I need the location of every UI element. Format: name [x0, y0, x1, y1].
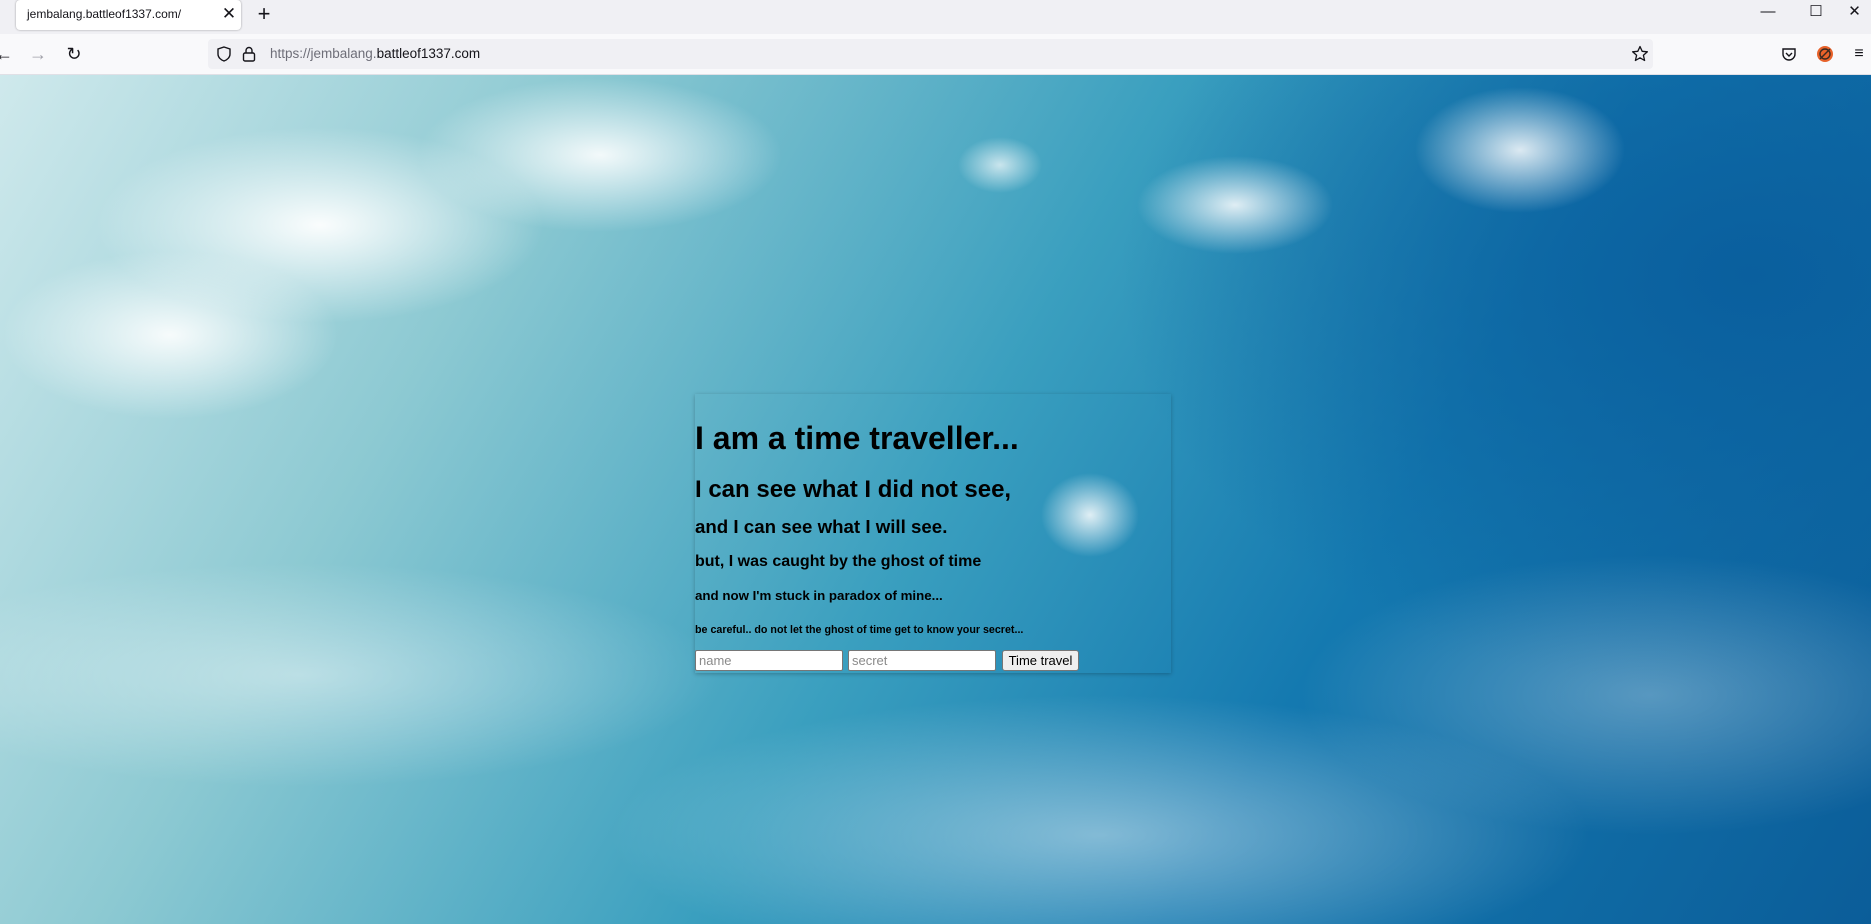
forward-icon[interactable]: →	[26, 42, 50, 66]
heading-time-traveller: I am a time traveller...	[695, 420, 1019, 456]
heading-ghost-of-time: but, I was caught by the ghost of time	[695, 553, 982, 570]
close-window-icon[interactable]: ✕	[1838, 0, 1871, 26]
heading-see-not-see: I can see what I did not see,	[695, 476, 1012, 503]
content-card: I am a time traveller... I can see what …	[695, 394, 1171, 673]
page-viewport: I am a time traveller... I can see what …	[0, 75, 1871, 924]
heading-paradox: and now I'm stuck in paradox of mine...	[695, 588, 943, 603]
navigation-bar: ← → ↻ https://jembalang.battleof1337.com…	[0, 34, 1871, 75]
address-bar[interactable]: https://jembalang.battleof1337.com	[208, 39, 1653, 69]
reload-icon[interactable]: ↻	[62, 42, 86, 66]
extension-icon[interactable]	[1816, 45, 1834, 63]
lock-icon[interactable]	[242, 46, 256, 62]
tab-title: jembalang.battleof1337.com/	[27, 7, 182, 21]
tab-strip: jembalang.battleof1337.com/ ✕ + — ☐ ✕	[0, 0, 1871, 34]
active-tab[interactable]: jembalang.battleof1337.com/ ✕	[16, 0, 241, 30]
secret-input[interactable]	[848, 650, 996, 671]
heading-will-see: and I can see what I will see.	[695, 516, 948, 537]
heading-be-careful: be careful.. do not let the ghost of tim…	[695, 624, 1024, 636]
new-tab-icon[interactable]: +	[252, 2, 276, 26]
maximize-icon[interactable]: ☐	[1793, 0, 1839, 26]
star-icon[interactable]	[1631, 45, 1649, 63]
time-travel-button[interactable]: Time travel	[1002, 650, 1079, 671]
close-tab-icon[interactable]: ✕	[219, 4, 239, 24]
back-icon[interactable]: ←	[0, 42, 16, 66]
name-input[interactable]	[695, 650, 843, 671]
url-text[interactable]: https://jembalang.battleof1337.com	[270, 46, 480, 61]
pocket-icon[interactable]	[1781, 46, 1797, 62]
menu-icon[interactable]: ≡	[1847, 42, 1871, 66]
shield-icon[interactable]	[216, 46, 232, 62]
minimize-icon[interactable]: —	[1745, 0, 1791, 26]
